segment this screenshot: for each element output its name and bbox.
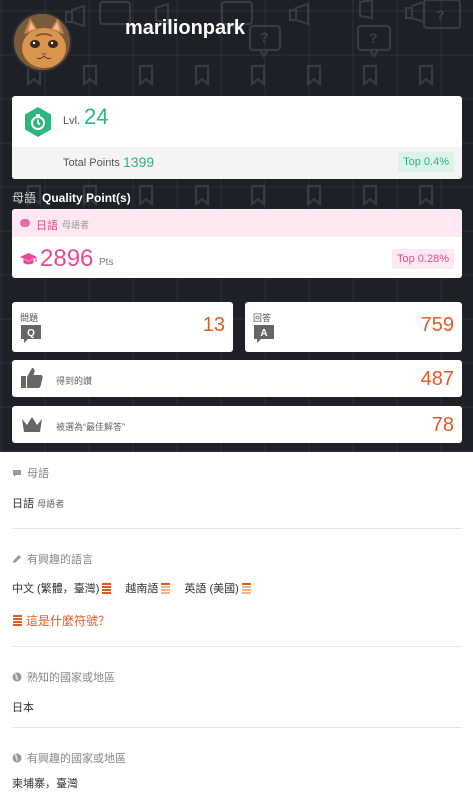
quality-points-unit: Pts xyxy=(99,257,114,268)
likes-stat: 得到的讚 487 xyxy=(12,360,462,397)
language-item: 越南語 xyxy=(125,580,171,596)
total-points-value: 1399 xyxy=(123,154,155,170)
q-badge-icon: Q xyxy=(21,325,41,343)
language-item: 中文 (繁體，臺灣) xyxy=(12,580,112,596)
native-language-value: 日語 母語者 xyxy=(12,495,462,511)
native-language-heading: 母語 xyxy=(27,468,49,480)
likes-label: 得到的讚 xyxy=(56,376,93,386)
native-language-section: 母語 日語 母語者 xyxy=(12,465,462,511)
proficiency-bars-icon xyxy=(13,615,22,626)
proficiency-bars-icon xyxy=(161,582,171,594)
svg-text:?: ? xyxy=(436,7,445,23)
best-answers-label: 被選為“最佳解答” xyxy=(56,422,125,432)
interested-countries-section: 有興趣的國家或地區 柬埔寨，臺灣 xyxy=(12,750,462,791)
known-countries-section: 熟知的國家或地區 日本 xyxy=(12,669,462,715)
interested-countries-value: 柬埔寨，臺灣 xyxy=(12,778,78,790)
level-card: Lvl. 24 Total Points 1399 Top 0.4% xyxy=(12,96,462,179)
divider xyxy=(12,727,462,728)
questions-label: 問題 xyxy=(20,313,39,323)
svg-text:Q: Q xyxy=(27,328,35,339)
what-is-this-symbol-link[interactable]: 這是什麼符號？ xyxy=(12,612,462,629)
best-answers-stat: 被選為“最佳解答” 78 xyxy=(12,406,462,443)
answers-stat[interactable]: 回答 A 759 xyxy=(245,302,462,352)
speech-bubble-icon xyxy=(20,219,30,227)
what-is-this-symbol-label: 這是什麼符號？ xyxy=(26,614,111,628)
quality-language: 日語 xyxy=(36,220,58,232)
svg-text:A: A xyxy=(260,328,267,339)
level-hex-icon xyxy=(25,107,51,137)
divider xyxy=(12,646,462,647)
native-language-heading-row: 母語 xyxy=(12,465,462,481)
native-language-level: 母語者 xyxy=(37,499,65,509)
answers-label: 回答 xyxy=(253,313,272,323)
avatar[interactable] xyxy=(12,12,72,72)
quality-language-header: 日語 母語者 xyxy=(12,209,462,237)
questions-count: 13 xyxy=(202,314,225,336)
quality-points-heading: Quality Point(s) xyxy=(42,191,131,205)
quality-language-level: 母語者 xyxy=(62,220,90,230)
proficiency-bars-icon xyxy=(102,582,112,594)
quality-points-value: 2896 xyxy=(40,245,94,272)
interested-languages-section: 有興趣的語言 中文 (繁體，臺灣) 越南語 英語 (美國) 這是什麼符號？ xyxy=(12,551,462,629)
quality-points-title: 母語 Quality Point(s) xyxy=(12,189,131,206)
known-countries-value: 日本 xyxy=(12,702,34,714)
a-badge-icon: A xyxy=(254,325,274,343)
proficiency-bars-icon xyxy=(241,582,251,594)
known-countries-heading-row: 熟知的國家或地區 xyxy=(12,669,462,685)
quality-points-card: 日語 母語者 2896 Pts Top 0.28% xyxy=(12,209,462,278)
interested-countries-heading: 有興趣的國家或地區 xyxy=(27,753,126,765)
native-language-name: 日語 xyxy=(12,498,34,510)
language-name: 中文 (繁體，臺灣) xyxy=(12,583,100,595)
language-name: 英語 (美國) xyxy=(184,583,239,595)
thumbs-up-icon xyxy=(21,368,43,388)
total-points-label: Total Points xyxy=(63,157,120,169)
level-value: 24 xyxy=(84,104,109,129)
native-label: 母語 xyxy=(12,191,37,205)
divider xyxy=(12,528,462,529)
interested-languages-list: 中文 (繁體，臺灣) 越南語 英語 (美國) xyxy=(12,580,462,596)
total-points-row: Total Points 1399 Top 0.4% xyxy=(12,147,462,179)
graduation-cap-icon xyxy=(20,253,37,265)
globe-icon xyxy=(12,672,22,682)
interested-languages-heading: 有興趣的語言 xyxy=(27,554,93,566)
username: marilionpark xyxy=(125,17,246,39)
likes-count: 487 xyxy=(420,368,454,390)
quality-rank-badge: Top 0.28% xyxy=(392,249,454,269)
answers-count: 759 xyxy=(420,314,454,336)
level-label: Lvl. xyxy=(63,115,81,127)
language-item: 英語 (美國) xyxy=(184,580,251,596)
interested-countries-heading-row: 有興趣的國家或地區 xyxy=(12,750,462,766)
crown-icon xyxy=(22,417,42,432)
svg-text:?: ? xyxy=(369,30,378,46)
interested-languages-heading-row: 有興趣的語言 xyxy=(12,551,462,567)
profile-header: ? ? ? marilionpark Lvl. 24 Total Points … xyxy=(0,0,473,452)
questions-stat[interactable]: 問題 Q 13 xyxy=(12,302,233,352)
level-rank-badge: Top 0.4% xyxy=(398,152,454,172)
globe-icon xyxy=(12,753,22,763)
speech-bubble-icon xyxy=(13,469,21,477)
svg-text:?: ? xyxy=(260,29,269,45)
pencil-icon xyxy=(13,555,21,563)
language-name: 越南語 xyxy=(125,583,159,595)
best-answers-count: 78 xyxy=(431,414,454,436)
known-countries-heading: 熟知的國家或地區 xyxy=(27,672,115,684)
